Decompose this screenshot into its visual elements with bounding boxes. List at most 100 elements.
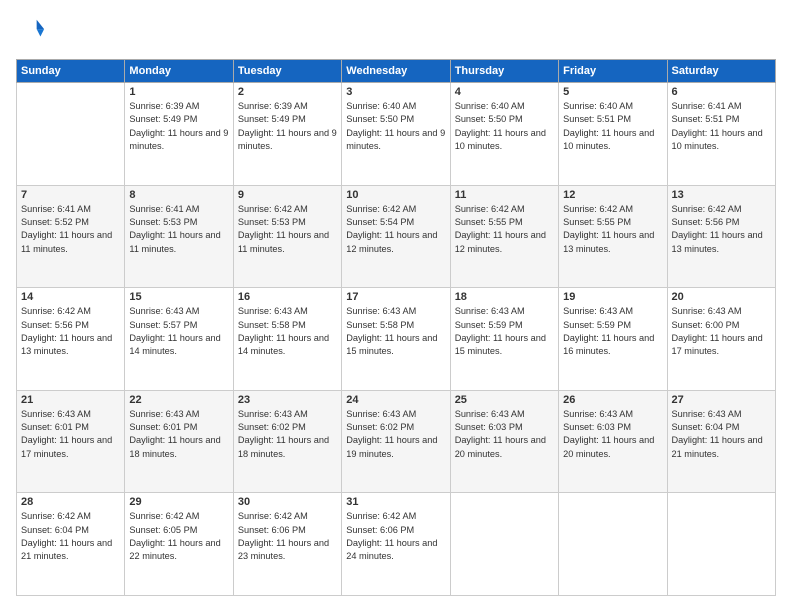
calendar-cell: 21 Sunrise: 6:43 AMSunset: 6:01 PMDayligh… — [17, 390, 125, 493]
day-number: 27 — [672, 394, 771, 406]
calendar-cell: 25 Sunrise: 6:43 AMSunset: 6:03 PMDayligh… — [450, 390, 558, 493]
header — [16, 16, 776, 49]
day-number: 29 — [129, 496, 228, 508]
day-number: 7 — [21, 189, 120, 201]
day-info: Sunrise: 6:43 AMSunset: 6:04 PMDaylight:… — [672, 409, 763, 459]
day-number: 21 — [21, 394, 120, 406]
weekday-header-wednesday: Wednesday — [342, 60, 450, 83]
logo — [16, 16, 46, 49]
day-info: Sunrise: 6:42 AMSunset: 5:55 PMDaylight:… — [563, 204, 654, 254]
calendar-cell: 22 Sunrise: 6:43 AMSunset: 6:01 PMDayligh… — [125, 390, 233, 493]
day-number: 23 — [238, 394, 337, 406]
day-info: Sunrise: 6:43 AMSunset: 6:01 PMDaylight:… — [129, 409, 220, 459]
calendar-week-4: 21 Sunrise: 6:43 AMSunset: 6:01 PMDayligh… — [17, 390, 776, 493]
calendar-cell — [17, 83, 125, 186]
calendar-cell: 18Sunrise: 6:43 AMSunset: 5:59 PMDayligh… — [450, 288, 558, 391]
weekday-header-tuesday: Tuesday — [233, 60, 341, 83]
day-info: Sunrise: 6:42 AMSunset: 6:05 PMDaylight:… — [129, 511, 220, 561]
calendar-week-1: 1 Sunrise: 6:39 AMSunset: 5:49 PMDaylight… — [17, 83, 776, 186]
day-number: 11 — [455, 189, 554, 201]
calendar-cell: 2Sunrise: 6:39 AMSunset: 5:49 PMDaylight… — [233, 83, 341, 186]
calendar-week-5: 28 Sunrise: 6:42 AMSunset: 6:04 PMDayligh… — [17, 493, 776, 596]
day-info: Sunrise: 6:41 AMSunset: 5:51 PMDaylight:… — [672, 101, 763, 151]
calendar-cell: 9 Sunrise: 6:42 AMSunset: 5:53 PMDaylight… — [233, 185, 341, 288]
day-info: Sunrise: 6:42 AMSunset: 6:06 PMDaylight:… — [238, 511, 329, 561]
day-number: 15 — [129, 291, 228, 303]
calendar-cell: 23Sunrise: 6:43 AMSunset: 6:02 PMDayligh… — [233, 390, 341, 493]
day-info: Sunrise: 6:39 AMSunset: 5:49 PMDaylight:… — [129, 101, 228, 151]
day-info: Sunrise: 6:39 AMSunset: 5:49 PMDaylight:… — [238, 101, 337, 151]
calendar-cell: 13 Sunrise: 6:42 AMSunset: 5:56 PMDayligh… — [667, 185, 775, 288]
calendar-cell: 6 Sunrise: 6:41 AMSunset: 5:51 PMDaylight… — [667, 83, 775, 186]
day-number: 10 — [346, 189, 445, 201]
day-number: 18 — [455, 291, 554, 303]
day-number: 14 — [21, 291, 120, 303]
day-info: Sunrise: 6:43 AMSunset: 6:03 PMDaylight:… — [563, 409, 654, 459]
day-number: 28 — [21, 496, 120, 508]
day-number: 1 — [129, 86, 228, 98]
calendar-week-2: 7Sunrise: 6:41 AMSunset: 5:52 PMDaylight… — [17, 185, 776, 288]
day-number: 20 — [672, 291, 771, 303]
day-number: 6 — [672, 86, 771, 98]
calendar-cell: 15 Sunrise: 6:43 AMSunset: 5:57 PMDayligh… — [125, 288, 233, 391]
day-info: Sunrise: 6:42 AMSunset: 5:56 PMDaylight:… — [21, 306, 112, 356]
calendar-cell: 10 Sunrise: 6:42 AMSunset: 5:54 PMDayligh… — [342, 185, 450, 288]
day-number: 19 — [563, 291, 662, 303]
calendar-cell: 20 Sunrise: 6:43 AMSunset: 6:00 PMDayligh… — [667, 288, 775, 391]
day-info: Sunrise: 6:40 AMSunset: 5:50 PMDaylight:… — [346, 101, 445, 151]
day-number: 24 — [346, 394, 445, 406]
day-info: Sunrise: 6:43 AMSunset: 6:02 PMDaylight:… — [346, 409, 437, 459]
day-info: Sunrise: 6:42 AMSunset: 5:56 PMDaylight:… — [672, 204, 763, 254]
day-info: Sunrise: 6:43 AMSunset: 6:03 PMDaylight:… — [455, 409, 546, 459]
calendar-week-3: 14 Sunrise: 6:42 AMSunset: 5:56 PMDayligh… — [17, 288, 776, 391]
day-info: Sunrise: 6:43 AMSunset: 5:57 PMDaylight:… — [129, 306, 220, 356]
calendar-cell — [450, 493, 558, 596]
calendar-cell: 14 Sunrise: 6:42 AMSunset: 5:56 PMDayligh… — [17, 288, 125, 391]
day-number: 25 — [455, 394, 554, 406]
calendar-cell: 5 Sunrise: 6:40 AMSunset: 5:51 PMDaylight… — [559, 83, 667, 186]
calendar-cell — [559, 493, 667, 596]
calendar-cell: 31 Sunrise: 6:42 AMSunset: 6:06 PMDayligh… — [342, 493, 450, 596]
day-info: Sunrise: 6:42 AMSunset: 5:54 PMDaylight:… — [346, 204, 437, 254]
day-info: Sunrise: 6:43 AMSunset: 5:58 PMDaylight:… — [238, 306, 329, 356]
day-info: Sunrise: 6:42 AMSunset: 5:55 PMDaylight:… — [455, 204, 546, 254]
day-info: Sunrise: 6:43 AMSunset: 6:00 PMDaylight:… — [672, 306, 763, 356]
calendar-cell: 26 Sunrise: 6:43 AMSunset: 6:03 PMDayligh… — [559, 390, 667, 493]
day-number: 12 — [563, 189, 662, 201]
day-info: Sunrise: 6:41 AMSunset: 5:53 PMDaylight:… — [129, 204, 220, 254]
weekday-header-friday: Friday — [559, 60, 667, 83]
day-number: 3 — [346, 86, 445, 98]
weekday-header-row: SundayMondayTuesdayWednesdayThursdayFrid… — [17, 60, 776, 83]
calendar-cell: 7Sunrise: 6:41 AMSunset: 5:52 PMDaylight… — [17, 185, 125, 288]
day-number: 5 — [563, 86, 662, 98]
calendar-table: SundayMondayTuesdayWednesdayThursdayFrid… — [16, 59, 776, 596]
calendar-cell: 8 Sunrise: 6:41 AMSunset: 5:53 PMDaylight… — [125, 185, 233, 288]
page: SundayMondayTuesdayWednesdayThursdayFrid… — [0, 0, 792, 612]
logo-icon — [18, 16, 46, 44]
day-info: Sunrise: 6:43 AMSunset: 6:01 PMDaylight:… — [21, 409, 112, 459]
day-number: 13 — [672, 189, 771, 201]
calendar-cell: 27 Sunrise: 6:43 AMSunset: 6:04 PMDayligh… — [667, 390, 775, 493]
calendar-cell — [667, 493, 775, 596]
day-number: 9 — [238, 189, 337, 201]
day-info: Sunrise: 6:42 AMSunset: 5:53 PMDaylight:… — [238, 204, 329, 254]
day-info: Sunrise: 6:40 AMSunset: 5:51 PMDaylight:… — [563, 101, 654, 151]
day-number: 26 — [563, 394, 662, 406]
weekday-header-sunday: Sunday — [17, 60, 125, 83]
calendar-cell: 3 Sunrise: 6:40 AMSunset: 5:50 PMDaylight… — [342, 83, 450, 186]
calendar-cell: 24 Sunrise: 6:43 AMSunset: 6:02 PMDayligh… — [342, 390, 450, 493]
day-info: Sunrise: 6:42 AMSunset: 6:06 PMDaylight:… — [346, 511, 437, 561]
weekday-header-thursday: Thursday — [450, 60, 558, 83]
day-number: 30 — [238, 496, 337, 508]
day-number: 17 — [346, 291, 445, 303]
calendar-cell: 11 Sunrise: 6:42 AMSunset: 5:55 PMDayligh… — [450, 185, 558, 288]
day-number: 31 — [346, 496, 445, 508]
day-info: Sunrise: 6:43 AMSunset: 5:58 PMDaylight:… — [346, 306, 437, 356]
calendar-cell: 17 Sunrise: 6:43 AMSunset: 5:58 PMDayligh… — [342, 288, 450, 391]
day-info: Sunrise: 6:42 AMSunset: 6:04 PMDaylight:… — [21, 511, 112, 561]
day-info: Sunrise: 6:43 AMSunset: 5:59 PMDaylight:… — [563, 306, 654, 356]
day-number: 22 — [129, 394, 228, 406]
day-number: 8 — [129, 189, 228, 201]
weekday-header-saturday: Saturday — [667, 60, 775, 83]
calendar-cell: 16Sunrise: 6:43 AMSunset: 5:58 PMDayligh… — [233, 288, 341, 391]
